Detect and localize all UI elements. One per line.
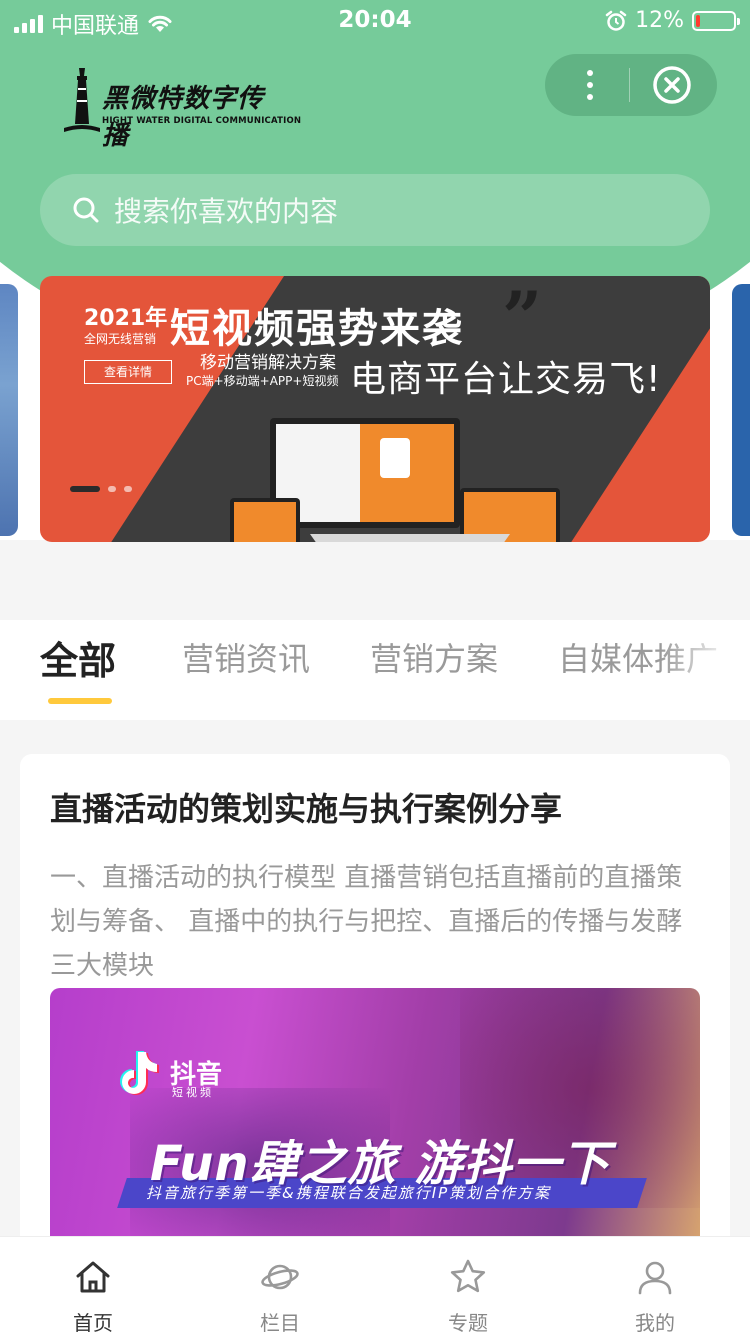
article-cover-image: 抖音 短视频 Fun肆之旅 游抖一下 抖音旅行季第一季&携程联合发起旅行IP策划…	[50, 988, 700, 1248]
banner-slide[interactable]: 2021年 全网无线营销 查看详情 短视频强势来袭 ” 移动营销解决方案 PC端…	[40, 276, 710, 542]
logo-subtitle: HIGHT WATER DIGITAL COMMUNICATION	[102, 116, 302, 126]
tabbar-item-columns[interactable]: 栏目	[220, 1237, 340, 1334]
devices-illustration	[230, 418, 560, 542]
banner-title: 短视频强势来袭	[170, 306, 464, 352]
search-placeholder: 搜索你喜欢的内容	[114, 195, 339, 228]
search-icon	[73, 197, 99, 223]
tabbar-item-topics[interactable]: 专题	[408, 1237, 528, 1334]
battery-icon	[692, 10, 740, 31]
lighthouse-icon	[64, 68, 100, 132]
banner-year-sub: 全网无线营销	[84, 332, 157, 346]
more-button[interactable]	[563, 64, 617, 106]
category-tabs: 全部 营销资讯 营销方案 自媒体推广	[0, 620, 750, 720]
banner-detail-button[interactable]: 查看详情	[84, 360, 172, 384]
brand-logo: 黑微特数字传播 HIGHT WATER DIGITAL COMMUNICATIO…	[58, 64, 301, 151]
battery-percent: 12%	[635, 8, 684, 33]
carousel-dot[interactable]	[70, 486, 100, 492]
tabbar-item-home[interactable]: 首页	[33, 1237, 153, 1334]
tabs-fade	[660, 620, 750, 720]
close-button[interactable]	[652, 65, 692, 105]
carousel-dot[interactable]	[124, 486, 132, 492]
tabbar-label-columns: 栏目	[260, 1311, 300, 1334]
status-bar: 中国联通 20:04 12%	[0, 0, 750, 40]
article-card[interactable]: 直播活动的策划实施与执行案例分享 一、直播活动的执行模型 直播营销包括直播前的直…	[20, 754, 730, 1314]
tab-marketing-plans[interactable]: 营销方案	[370, 634, 498, 680]
battery-level	[696, 14, 700, 27]
search-bar[interactable]: 搜索你喜欢的内容	[40, 174, 710, 246]
status-right: 12%	[605, 8, 740, 33]
home-icon	[76, 1261, 110, 1293]
tabbar-label-mine: 我的	[635, 1311, 675, 1334]
banner-subtitle: 移动营销解决方案	[200, 353, 336, 373]
douyin-logo-icon	[120, 1051, 159, 1095]
capsule-divider	[629, 68, 630, 102]
alarm-icon	[605, 10, 627, 31]
bottom-tab-bar: 首页 栏目 专题 我的	[0, 1236, 750, 1334]
star-icon	[450, 1259, 486, 1293]
capsule-menu	[545, 54, 717, 116]
banner-slogan: 电商平台让交易飞!	[350, 359, 662, 400]
tabbar-item-mine[interactable]: 我的	[595, 1237, 715, 1334]
tab-marketing-news[interactable]: 营销资讯	[182, 634, 310, 680]
active-tab-indicator	[48, 698, 112, 704]
banner-quote-mark: ”	[502, 276, 543, 359]
banner-year: 2021年	[84, 306, 168, 331]
planet-icon	[261, 1264, 299, 1290]
tab-all[interactable]: 全部	[40, 630, 116, 685]
banner-next-slide[interactable]	[732, 284, 750, 536]
douyin-brand-sub: 短视频	[172, 1086, 214, 1099]
carousel-indicators	[70, 486, 132, 492]
user-icon	[638, 1261, 672, 1295]
article-title: 直播活动的策划实施与执行案例分享	[50, 790, 563, 828]
tabbar-label-home: 首页	[73, 1311, 113, 1334]
more-dots-icon	[587, 70, 593, 76]
logo-title: 黑微特数字传播	[102, 84, 265, 151]
article-summary: 一、直播活动的执行模型 直播营销包括直播前的直播策划与筹备、 直播中的执行与把控…	[50, 863, 683, 981]
cover-strip-text: 抖音旅行季第一季&携程联合发起旅行IP策划合作方案	[146, 1184, 552, 1202]
banner-subtitle-2: PC端+移动端+APP+短视频	[186, 374, 339, 388]
carousel-dot[interactable]	[108, 486, 116, 492]
tabbar-label-topics: 专题	[448, 1311, 488, 1334]
banner-prev-slide[interactable]	[0, 284, 18, 536]
